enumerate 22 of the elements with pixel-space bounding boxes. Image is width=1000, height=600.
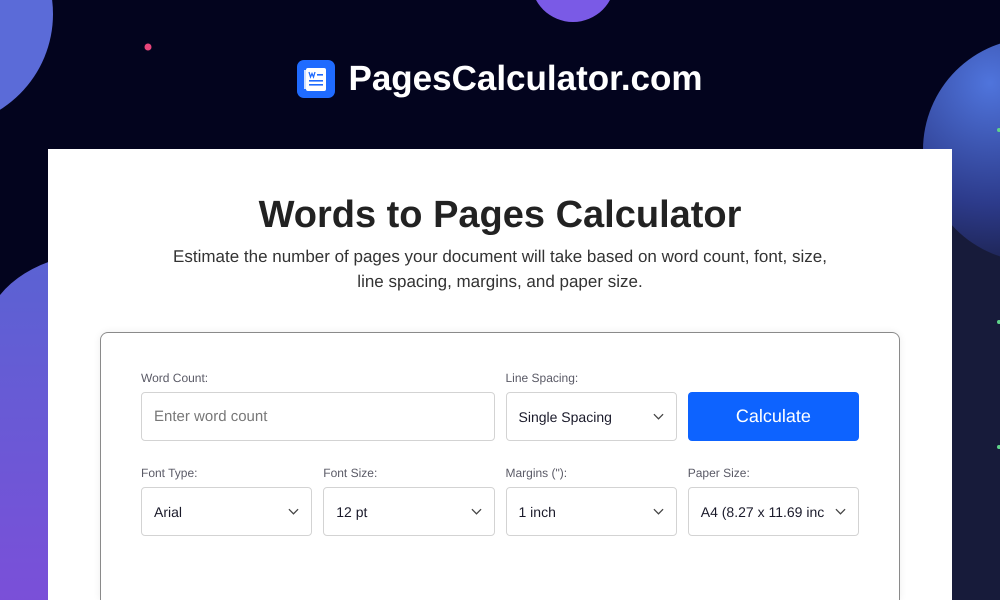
dropdown[interactable]: Arial bbox=[141, 487, 312, 536]
page-title: Words to Pages Calculator bbox=[258, 193, 742, 237]
field-label: Line Spacing: bbox=[506, 371, 580, 386]
field-label: Paper Size: bbox=[688, 466, 751, 481]
dropdown[interactable]: 12 pt bbox=[323, 487, 494, 536]
field-label: Font Type: bbox=[141, 466, 198, 481]
field-label: Word Count: bbox=[141, 371, 210, 386]
document-logo-icon bbox=[297, 60, 336, 98]
page-description: Estimate the number of pages your document will take based on word count, font, size, line spacing, margins, and paper size. bbox=[172, 246, 828, 293]
chevron-down-icon bbox=[288, 508, 300, 515]
field-label: Margins ("): bbox=[506, 466, 568, 481]
chevron-down-icon bbox=[470, 508, 482, 515]
dropdown[interactable]: Single Spacing bbox=[506, 392, 677, 441]
word-count-input[interactable]: Enter word count bbox=[141, 392, 494, 441]
dropdown[interactable]: A4 (8.27 x 11.69 inc bbox=[688, 487, 859, 536]
chevron-down-icon bbox=[652, 413, 664, 420]
chevron-down-icon bbox=[652, 508, 664, 515]
dropdown[interactable]: 1 inch bbox=[506, 487, 677, 536]
chevron-down-icon bbox=[835, 508, 846, 515]
field-label: Font Size: bbox=[323, 466, 378, 481]
site-name: PagesCalculator.com bbox=[348, 58, 703, 98]
calculate-button[interactable]: Calculate bbox=[688, 392, 859, 441]
